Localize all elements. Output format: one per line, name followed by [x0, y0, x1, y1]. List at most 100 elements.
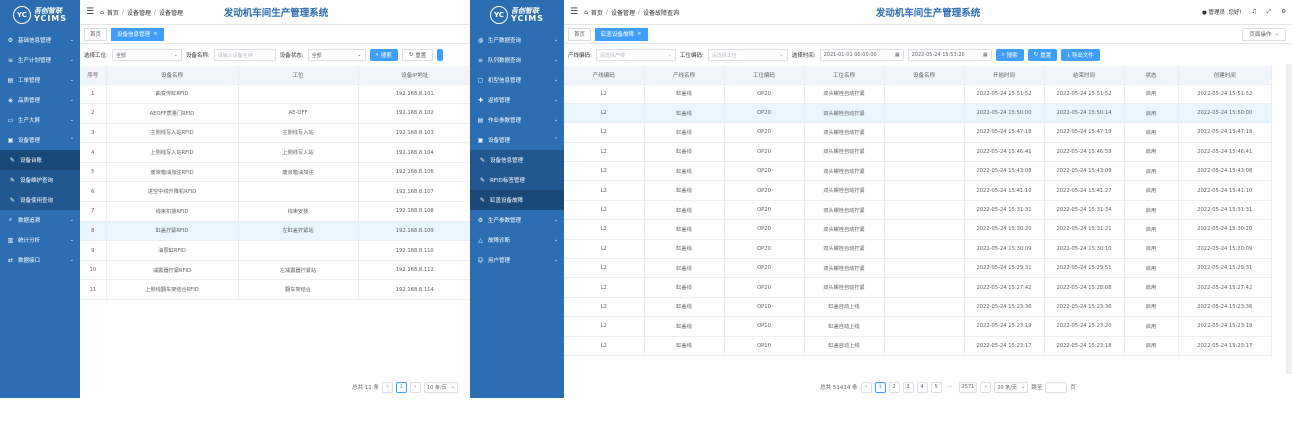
sidebar-item[interactable]: ✎ 设备信息管理 — [470, 150, 564, 170]
sidebar-item[interactable]: ▤ 作业参数管理 ⌄ — [470, 110, 564, 130]
table-row[interactable]: L2 缸盖线 OP20 双头螺栓自动拧紧 2022-05-24 15:30:20 2022… — [564, 219, 1272, 240]
page-button[interactable]: 3 — [902, 381, 914, 393]
table-row[interactable]: 11 上侧线翻车架结合RFID 翻车架结合 192.168.8.114 — [80, 279, 472, 301]
sidebar-item[interactable]: ⚙ 生产参数管理 ⌄ — [470, 210, 564, 230]
end-time-input[interactable]: 2022-05-24 15:53:20 ▦ — [907, 49, 992, 61]
table-row[interactable]: 1 曲变传缸RFID 192.168.8.101 — [80, 84, 472, 105]
start-time-input[interactable]: 2021-01-01 00:00:00 ▦ — [819, 49, 904, 61]
table-row[interactable]: L2 缸盖线 OP20 双头螺栓自动拧紧 2022-05-24 15:51:52 2022… — [564, 84, 1272, 104]
page-size-select[interactable]: 20 条/页 ⌄ — [994, 381, 1029, 393]
page-button[interactable]: 5 — [930, 381, 942, 393]
table-row[interactable]: L2 缸盖线 OP10 缸盖自动上线 2022-05-24 15:23:36 2022-0… — [564, 297, 1272, 318]
table-row[interactable]: 4 上侧线写入站RFID 上侧线写入站 192.168.8.104 — [80, 142, 472, 163]
prev-page-button[interactable]: ‹ — [382, 381, 393, 393]
column-header[interactable]: 工位编码 — [724, 66, 805, 85]
sidebar-item[interactable]: ≡ 队列数据查询 ⌄ — [470, 50, 564, 70]
sidebar-item[interactable]: ▣ 设备管理 ⌃ — [470, 130, 564, 150]
next-page-button[interactable]: › — [980, 381, 992, 393]
name-input[interactable]: 请输入设备名称 — [213, 49, 276, 61]
table-row[interactable]: 3 主侧线写入站RFID 主侧线写入站 192.168.8.103 — [80, 123, 472, 144]
column-header[interactable]: 工位名称 — [804, 66, 885, 85]
table-row[interactable]: L2 缸盖线 OP20 双头螺栓自动拧紧 2022-05-24 15:41:10 2022… — [564, 180, 1272, 201]
breadcrumb-section[interactable]: 设备管理 — [611, 8, 635, 17]
scrollbar[interactable] — [1286, 64, 1292, 374]
search-button[interactable]: ⌕ 搜索 — [995, 49, 1024, 61]
page-size-select[interactable]: 10 条/页 ⌄ — [424, 381, 458, 393]
line-select[interactable]: 请选择产线 ⌄ — [595, 49, 676, 61]
sidebar-item[interactable]: ✎ 设备使用查询 — [0, 190, 80, 210]
page-button[interactable]: 2 — [888, 381, 900, 393]
sidebar-item[interactable]: ☺ 用户管理 ⌄ — [470, 250, 564, 270]
page-button[interactable]: 1 — [396, 381, 407, 393]
user-menu[interactable]: ● 管理员 ,您好! — [1202, 8, 1242, 16]
prev-page-button[interactable]: ‹ — [860, 381, 872, 393]
more-button[interactable] — [437, 49, 444, 61]
sidebar-item[interactable]: ✎ RFID标签管理 — [470, 170, 564, 190]
column-header[interactable]: 产线名称 — [644, 66, 725, 85]
table-row[interactable]: 5 废液箱油加注RFID 废液箱油加注 192.168.8.106 — [80, 162, 472, 183]
sidebar-item[interactable]: ▥ 统计分析 ⌄ — [0, 230, 80, 250]
sidebar-item[interactable]: ▢ 机型信息管理 ⌄ — [470, 70, 564, 90]
settings-icon[interactable]: ⚙ — [1281, 9, 1286, 15]
table-row[interactable]: 7 线束扣接RFID 线束安装 192.168.8.108 — [80, 201, 472, 222]
table-row[interactable]: 10 减震器拧紧RFID 左减震器拧紧站 192.168.8.112 — [80, 260, 472, 281]
sidebar-item[interactable]: ▣ 设备管理 ⌃ — [0, 130, 80, 150]
table-row[interactable]: L2 缸盖线 OP20 双头螺栓自动拧紧 2022-05-24 15:50:00 2022… — [564, 103, 1272, 124]
sidebar-item[interactable]: ✎ 缸盖设备故障 — [470, 190, 564, 210]
table-row[interactable]: L2 缸盖线 OP10 缸盖自动上线 2022-05-24 15:23:17 2022-0… — [564, 336, 1272, 356]
column-header[interactable]: 状态 — [1124, 66, 1179, 85]
table-row[interactable]: L2 缸盖线 OP20 双头螺栓自动拧紧 2022-05-24 15:31:31 2022… — [564, 200, 1272, 221]
jump-input[interactable] — [1045, 381, 1068, 393]
reset-button[interactable]: ↻ 重置 — [1027, 49, 1058, 61]
table-row[interactable]: L2 缸盖线 OP20 双头螺栓自动拧紧 2022-05-24 15:27:42 2022… — [564, 277, 1272, 298]
sidebar-item[interactable]: ⚙ 基础信息管理 ⌄ — [0, 30, 80, 50]
station-select[interactable]: 全部 ⌄ — [111, 49, 182, 61]
tab-home[interactable]: 首页 — [84, 27, 108, 41]
page-ellipsis[interactable]: ··· — [944, 381, 956, 393]
table-row[interactable]: 8 缸盖拧紧RFID 左缸盖拧紧站 192.168.8.109 — [80, 221, 472, 242]
station-select[interactable]: 请选择工位 ⌄ — [707, 49, 788, 61]
sidebar-item[interactable]: ≡ 生产计划管理 ⌄ — [0, 50, 80, 70]
close-icon[interactable]: × — [637, 31, 642, 37]
page-button[interactable]: 1 — [874, 381, 886, 393]
breadcrumb-home[interactable]: 首页 — [107, 8, 119, 17]
menu-toggle-icon[interactable]: ☰ — [570, 7, 578, 17]
tab-home[interactable]: 首页 — [568, 27, 592, 41]
export-button[interactable]: ⤓ 导出文件 — [1061, 49, 1100, 61]
sidebar-item[interactable]: ◍ 生产数据查询 ⌄ — [470, 30, 564, 50]
sidebar-item[interactable]: ▤ 工单管理 ⌄ — [0, 70, 80, 90]
column-header[interactable]: 工位 — [238, 66, 359, 85]
sidebar-item[interactable]: ⇄ 数据接口 ⌄ — [0, 250, 80, 270]
sidebar-item[interactable]: ⌕ 数据追溯 ⌄ — [0, 210, 80, 230]
page-button[interactable]: 4 — [916, 381, 928, 393]
reset-button[interactable]: ↻ 重置 — [401, 49, 434, 61]
bell-icon[interactable]: ♫ — [1252, 9, 1257, 15]
tab-device-info[interactable]: 设备信息管理 × — [111, 27, 164, 41]
breadcrumb-home[interactable]: 首页 — [591, 8, 603, 17]
column-header[interactable]: 设备名称 — [884, 66, 965, 85]
status-select[interactable]: 全部 ⌄ — [307, 49, 366, 61]
sidebar-item[interactable]: △ 故障诊断 ⌄ — [470, 230, 564, 250]
tab-fault[interactable]: 缸盖设备故障 × — [595, 27, 648, 41]
sidebar-item[interactable]: ✚ 返修管理 ⌄ — [470, 90, 564, 110]
table-row[interactable]: 2 AEOFF质量门RFID AE-OFF 192.168.8.102 — [80, 103, 472, 124]
search-button[interactable]: ⌕ 搜索 — [369, 49, 398, 61]
table-row[interactable]: L2 缸盖线 OP20 双头螺栓自动拧紧 2022-05-24 15:30:09 2022… — [564, 239, 1272, 260]
column-header[interactable]: 产线编码 — [564, 66, 645, 85]
next-page-button[interactable]: › — [410, 381, 421, 393]
sidebar-item[interactable]: ▭ 生产大屏 ⌄ — [0, 110, 80, 130]
column-header[interactable]: 创建时间 — [1178, 66, 1272, 85]
menu-toggle-icon[interactable]: ☰ — [86, 7, 94, 17]
page-ops-button[interactable]: 页面操作 ⌄ — [1242, 27, 1286, 41]
page-button-last[interactable]: 2571 — [958, 381, 978, 393]
table-row[interactable]: L2 缸盖线 OP20 双头螺栓自动拧紧 2022-05-24 15:46:41 2022… — [564, 142, 1272, 163]
table-row[interactable]: 6 进空中线升降机RFID 192.168.8.107 — [80, 181, 472, 203]
column-header[interactable]: 序号 — [80, 66, 107, 85]
sidebar-item[interactable]: ✎ 设备台账 — [0, 150, 80, 170]
column-header[interactable]: 设备IP地址 — [358, 66, 472, 85]
table-row[interactable]: L2 缸盖线 OP20 双头螺栓自动拧紧 2022-05-24 15:47:18 2022… — [564, 122, 1272, 143]
breadcrumb-section[interactable]: 设备管理 — [127, 8, 151, 17]
table-row[interactable]: 9 油泵缸RFID 192.168.8.110 — [80, 240, 472, 261]
table-row[interactable]: L2 缸盖线 OP10 缸盖自动上线 2022-05-24 15:23:19 2022-0… — [564, 316, 1272, 337]
sidebar-item[interactable]: ◈ 品质管理 ⌄ — [0, 90, 80, 110]
